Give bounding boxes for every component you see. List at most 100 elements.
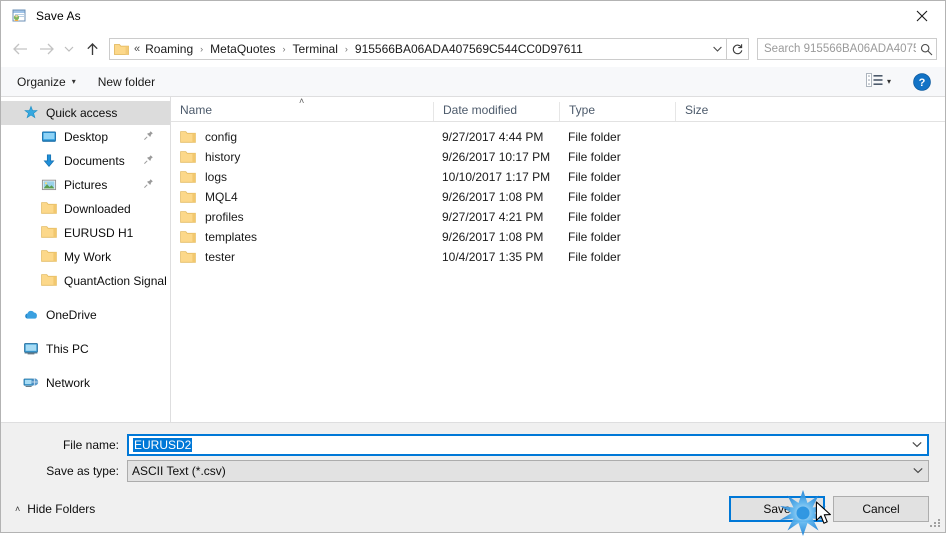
sidebar-item-label: This PC [46, 342, 89, 356]
save-as-type-row: Save as type: ASCII Text (*.csv) [1, 460, 945, 482]
file-type-cell: File folder [568, 130, 621, 144]
sidebar-item-quantaction-signal[interactable]: QuantAction Signal [1, 269, 170, 293]
chevron-down-icon[interactable] [907, 440, 927, 450]
chevron-down-icon: ▾ [71, 77, 76, 86]
folder-icon [180, 210, 196, 224]
file-type-cell: File folder [568, 150, 621, 164]
chevron-down-icon[interactable] [908, 466, 928, 476]
pictures-icon [41, 177, 57, 193]
breadcrumb-item-roaming[interactable]: Roaming [143, 42, 195, 56]
help-icon: ? [913, 72, 931, 91]
breadcrumb-separator-icon[interactable]: › [195, 44, 208, 54]
file-date-cell: 9/26/2017 1:08 PM [442, 230, 544, 244]
window-title: Save As [36, 9, 81, 23]
view-dropdown-caret-icon[interactable]: ▾ [887, 77, 891, 86]
breadcrumb-item-terminal[interactable]: Terminal [291, 42, 340, 56]
file-type-cell: File folder [568, 230, 621, 244]
sidebar-item-desktop[interactable]: Desktop [1, 125, 170, 149]
sidebar-item-label: EURUSD H1 [64, 226, 134, 240]
command-bar-right: ▾ ? [866, 72, 945, 91]
forward-button[interactable] [33, 36, 59, 62]
organize-button[interactable]: Organize ▾ [17, 75, 76, 89]
dialog-footer: ˄ Hide Folders Save Cancel [1, 486, 945, 532]
save-as-type-label: Save as type: [46, 464, 119, 478]
close-button[interactable] [899, 1, 945, 31]
save-as-type-select[interactable]: ASCII Text (*.csv) [127, 460, 929, 482]
breadcrumb-item-metaquotes[interactable]: MetaQuotes [208, 42, 277, 56]
sidebar-item-this-pc[interactable]: This PC [1, 337, 170, 361]
help-button[interactable]: ? [913, 72, 931, 91]
folder-icon [180, 170, 196, 184]
search-placeholder: Search 915566BA06ADA40756... [764, 43, 916, 55]
sidebar-item-my-work[interactable]: My Work [1, 245, 170, 269]
table-row[interactable]: logs 10/10/2017 1:17 PM File folder [171, 167, 945, 187]
file-date-cell: 9/26/2017 10:17 PM [442, 150, 551, 164]
file-name-cell: templates [171, 230, 433, 244]
file-name-cell: history [171, 150, 433, 164]
breadcrumb[interactable]: « Roaming › MetaQuotes › Terminal › 9155… [109, 38, 727, 60]
this-pc-monitor-icon [23, 341, 39, 357]
pin-icon[interactable] [143, 154, 154, 168]
sidebar-item-onedrive[interactable]: OneDrive [1, 303, 170, 327]
chevron-down-icon[interactable] [708, 44, 726, 54]
sidebar-item-label: Quick access [46, 106, 118, 120]
sidebar-item-documents[interactable]: Documents [1, 149, 170, 173]
breadcrumb-overflow[interactable]: « [134, 43, 140, 55]
file-type-cell: File folder [568, 190, 621, 204]
file-type-cell: File folder [568, 250, 621, 264]
refresh-icon [732, 43, 743, 54]
new-folder-button[interactable]: New folder [98, 75, 155, 89]
pin-icon[interactable] [143, 178, 154, 192]
file-name-selected-text: EURUSD2 [133, 438, 193, 452]
column-header-type[interactable]: Type [559, 102, 675, 121]
resize-grip-icon[interactable] [930, 517, 942, 529]
table-row[interactable]: profiles 9/27/2017 4:21 PM File folder [171, 207, 945, 227]
recent-locations-button[interactable] [59, 36, 79, 62]
sidebar-item-pictures[interactable]: Pictures [1, 173, 170, 197]
forward-arrow-icon [39, 43, 54, 55]
hide-folders-label: Hide Folders [27, 502, 96, 516]
table-row[interactable]: MQL4 9/26/2017 1:08 PM File folder [171, 187, 945, 207]
folder-icon [180, 250, 196, 264]
file-name-row: File name: EURUSD2 [1, 434, 945, 456]
folder-icon [41, 249, 57, 265]
save-as-dialog: Save As « Roaming › MetaQuotes › Termina… [0, 0, 946, 536]
sidebar-item-label: OneDrive [46, 308, 97, 322]
up-button[interactable] [79, 36, 105, 62]
table-row[interactable]: history 9/26/2017 10:17 PM File folder [171, 147, 945, 167]
sidebar-item-eurusd-h1[interactable]: EURUSD H1 [1, 221, 170, 245]
save-button[interactable]: Save [729, 496, 825, 522]
footer-buttons: Save Cancel [729, 496, 929, 522]
file-name-text: config [205, 130, 238, 144]
back-button[interactable] [7, 36, 33, 62]
breadcrumb-separator-icon[interactable]: › [278, 44, 291, 54]
search-input[interactable]: Search 915566BA06ADA40756... [757, 38, 937, 60]
close-icon [916, 10, 928, 22]
sidebar-item-network[interactable]: Network [1, 371, 170, 395]
pin-icon[interactable] [143, 130, 154, 144]
table-row[interactable]: tester 10/4/2017 1:35 PM File folder [171, 247, 945, 267]
save-form: File name: EURUSD2 Save as type: ASCII T… [1, 422, 945, 486]
column-header-size[interactable]: Size [675, 102, 755, 121]
folder-icon [41, 225, 57, 241]
refresh-button[interactable] [727, 38, 749, 60]
file-name-input[interactable]: EURUSD2 [127, 434, 929, 456]
file-name-cell: logs [171, 170, 433, 184]
table-row[interactable]: templates 9/26/2017 1:08 PM File folder [171, 227, 945, 247]
breadcrumb-separator-icon[interactable]: › [340, 44, 353, 54]
file-name-value: EURUSD2 [129, 438, 907, 452]
onedrive-cloud-icon [23, 307, 39, 323]
cancel-button[interactable]: Cancel [833, 496, 929, 522]
breadcrumb-item-instance-id[interactable]: 915566BA06ADA407569C544CC0D97611 [353, 42, 585, 56]
sidebar-item-downloaded[interactable]: Downloaded [1, 197, 170, 221]
column-header-date-modified[interactable]: Date modified [433, 102, 559, 121]
hide-folders-button[interactable]: ˄ Hide Folders [15, 502, 95, 516]
table-row[interactable]: config 9/27/2017 4:44 PM File folder [171, 127, 945, 147]
view-layout-icon[interactable] [866, 73, 883, 90]
file-name-cell: profiles [171, 210, 433, 224]
sidebar-item-label: QuantAction Signal [64, 274, 167, 288]
sidebar-item-quick-access[interactable]: Quick access [1, 101, 170, 125]
file-name-text: logs [205, 170, 228, 184]
search-icon[interactable] [916, 43, 936, 56]
